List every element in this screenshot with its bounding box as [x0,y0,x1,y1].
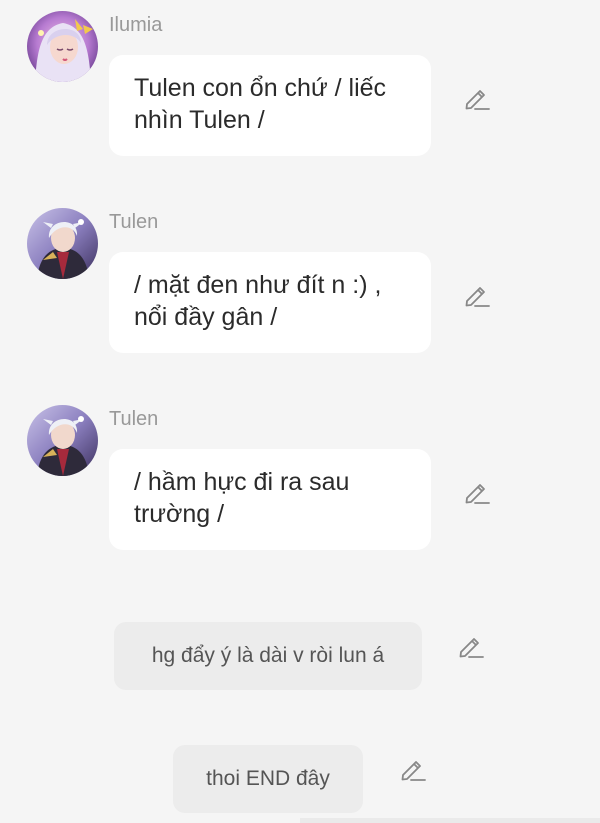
avatar-tulen[interactable] [27,208,98,279]
edit-button[interactable] [456,630,486,660]
pencil-edit-icon [465,484,490,504]
pencil-edit-icon [465,287,490,307]
message-line: nổi đầy gân / [134,303,278,331]
message-line: trường / [134,500,225,528]
sender-name: Ilumia [109,14,163,36]
bottom-divider [300,818,600,823]
sender-name: Tulen [109,211,159,233]
pencil-edit-icon [401,761,426,781]
avatar-ilumia[interactable] [27,11,98,82]
edit-button[interactable] [462,82,492,112]
avatar-tulen[interactable] [27,405,98,476]
message-bubble[interactable]: / mặt đen như đít n :) , nổi đầy gân / [109,252,431,353]
edit-button[interactable] [462,279,492,309]
message-line: Tulen con ổn chứ / liếc [134,74,387,102]
narration-text: thoi END đây [206,767,330,790]
edit-button[interactable] [398,753,428,783]
narration-text: hg đẩy ý là dài v ròi lun á [151,644,385,667]
message-line: / mặt đen như đít n :) , [134,271,382,299]
narration-bubble[interactable]: hg đẩy ý là dài v ròi lun á [114,622,422,690]
edit-button[interactable] [462,476,492,506]
message-line: nhìn Tulen / [134,106,265,134]
message-line: / hầm hực đi ra sau [134,468,350,496]
message-bubble[interactable]: / hầm hực đi ra sau trường / [109,449,431,550]
pencil-edit-icon [465,90,490,110]
message-bubble[interactable]: Tulen con ổn chứ / liếc nhìn Tulen / [109,55,431,156]
narration-bubble[interactable]: thoi END đây [173,745,363,813]
pencil-edit-icon [459,638,484,658]
sender-name: Tulen [109,408,159,430]
